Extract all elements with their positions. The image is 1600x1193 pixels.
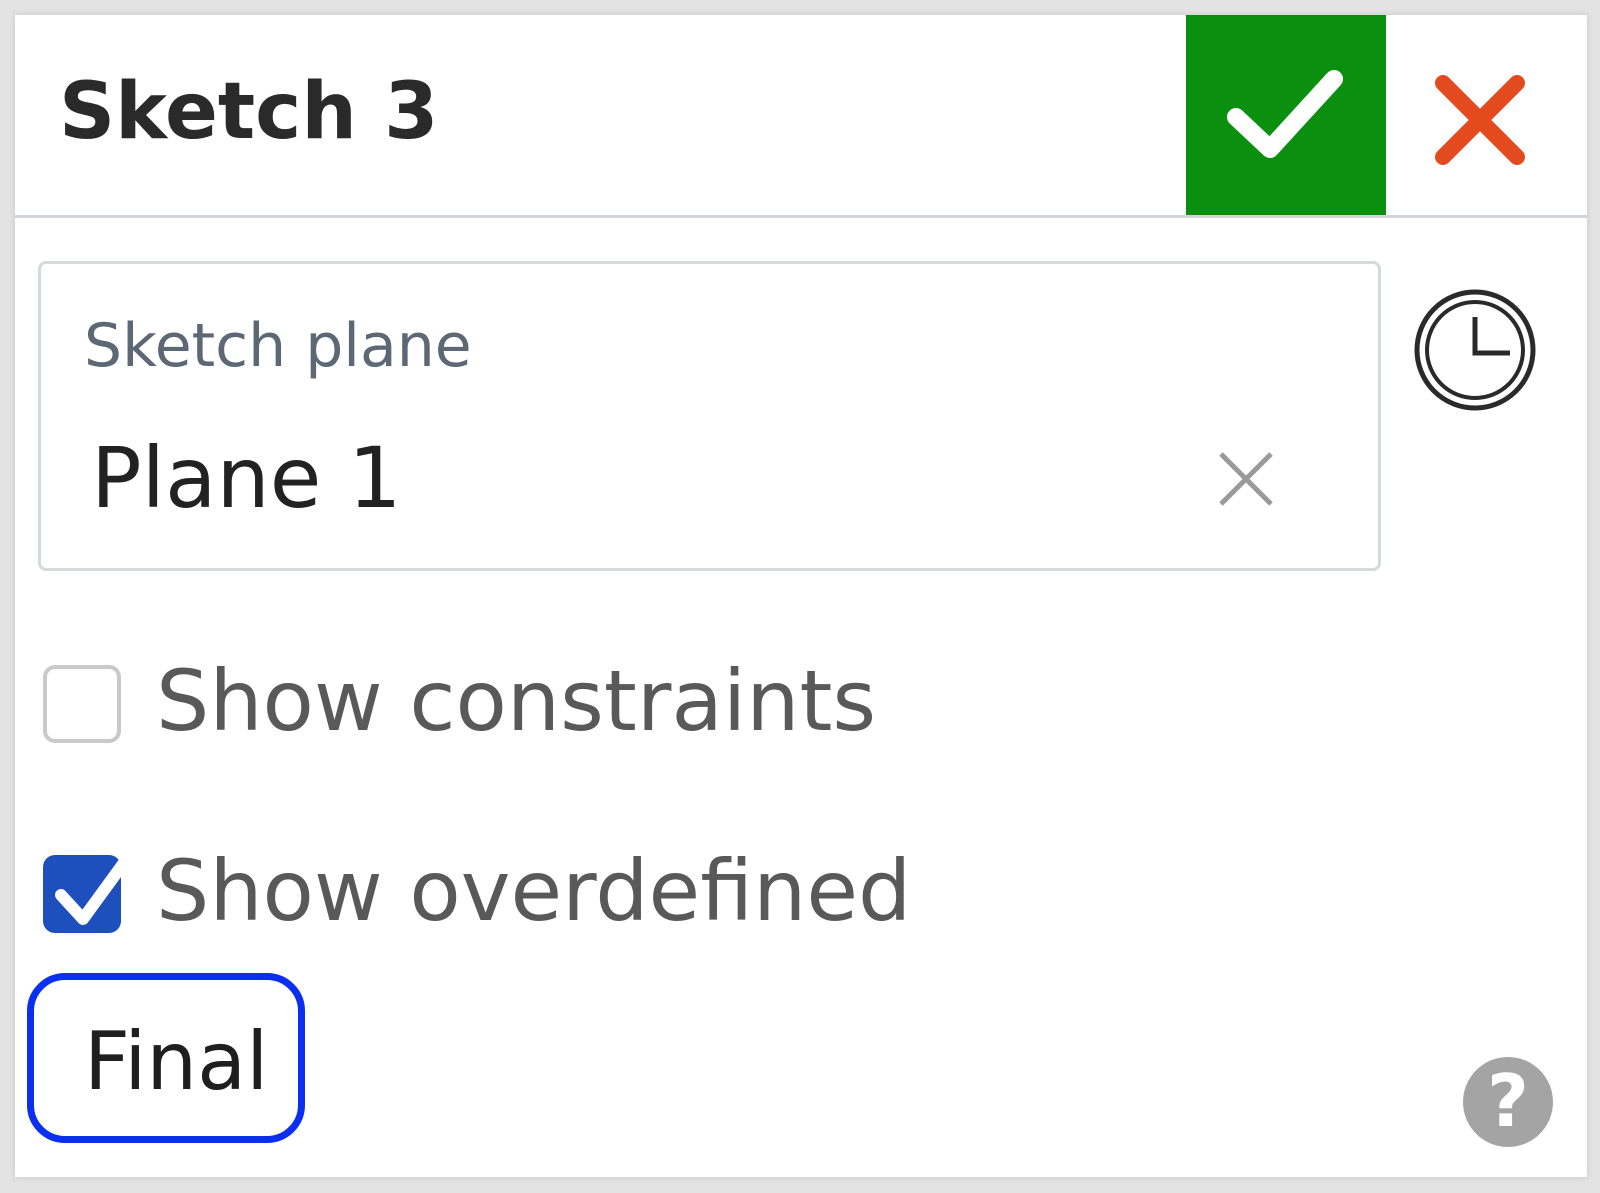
show-overdefined-option[interactable]: Show overdefined xyxy=(43,842,943,940)
sketch-plane-field[interactable]: Sketch plane Plane 1 xyxy=(38,261,1381,571)
show-overdefined-label: Show overdefined xyxy=(156,842,912,940)
final-button[interactable]: Final xyxy=(27,973,305,1143)
sketch-dialog: Sketch 3 Sketch plane Plane 1 Show const… xyxy=(15,15,1587,1177)
sketch-plane-value: Plane 1 xyxy=(91,429,402,527)
close-icon xyxy=(1435,75,1525,165)
show-constraints-label: Show constraints xyxy=(156,652,877,750)
clear-selection-button[interactable] xyxy=(1211,444,1281,514)
help-icon[interactable]: ? xyxy=(1463,1057,1553,1147)
cancel-button[interactable] xyxy=(1425,65,1535,175)
checkmark-icon xyxy=(55,847,137,925)
show-overdefined-checkbox[interactable] xyxy=(43,847,137,933)
dialog-title: Sketch 3 xyxy=(59,67,439,157)
help-label: ? xyxy=(1487,1059,1529,1143)
show-constraints-option[interactable]: Show constraints xyxy=(43,652,943,750)
sketch-plane-label: Sketch plane xyxy=(84,311,472,381)
accept-button[interactable] xyxy=(1186,15,1386,215)
history-icon[interactable] xyxy=(1410,285,1540,415)
clear-icon xyxy=(1219,452,1273,506)
final-button-label: Final xyxy=(84,1015,269,1108)
checkmark-icon xyxy=(1227,70,1343,158)
show-constraints-checkbox[interactable] xyxy=(43,665,121,743)
dialog-header: Sketch 3 xyxy=(15,15,1587,218)
